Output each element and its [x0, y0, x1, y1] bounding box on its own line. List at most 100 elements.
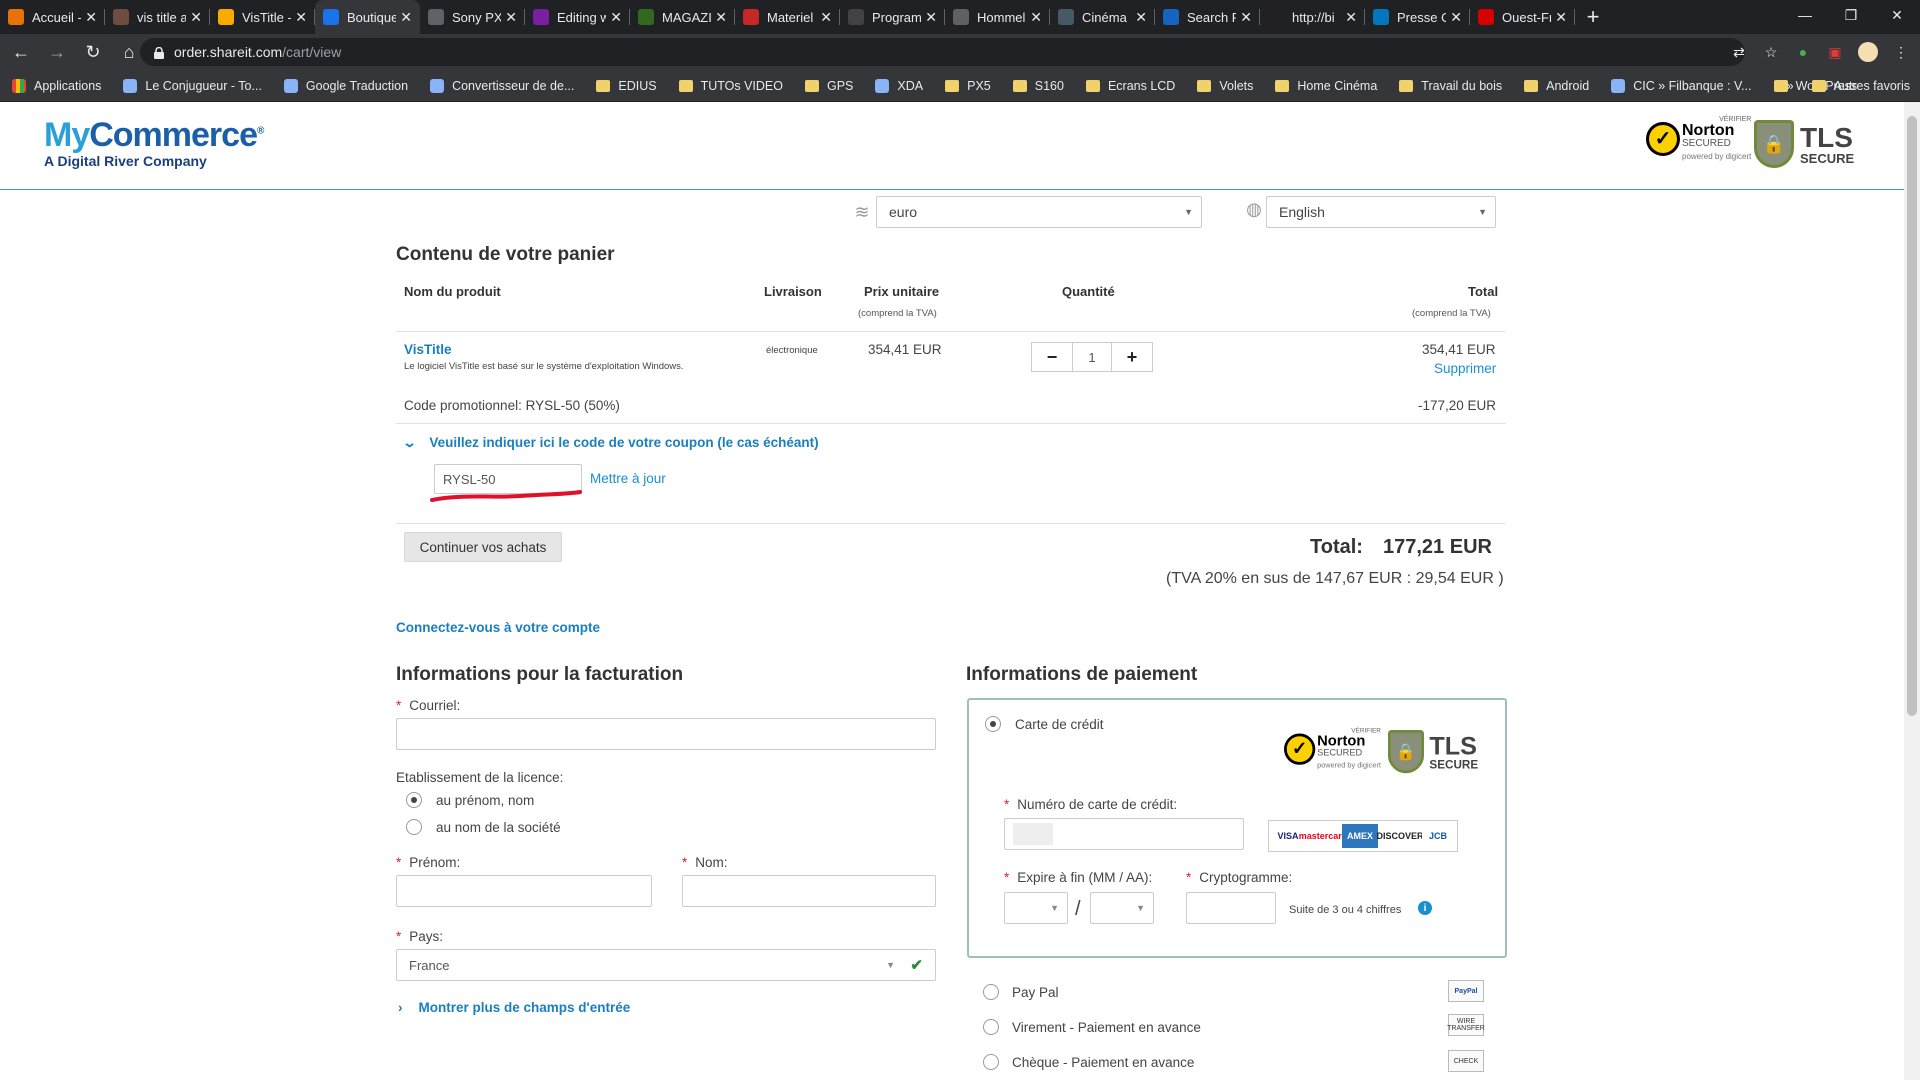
- browser-tab[interactable]: Search R ✕: [1155, 0, 1260, 34]
- license-radio-company[interactable]: [406, 819, 422, 835]
- bookmark-item[interactable]: EDIUS: [596, 79, 657, 93]
- remove-link[interactable]: Supprimer: [1434, 361, 1496, 376]
- bookmark-item[interactable]: PX5: [945, 79, 991, 93]
- close-window-icon[interactable]: ✕: [1874, 0, 1920, 30]
- scrollbar-thumb[interactable]: [1907, 116, 1917, 716]
- pdf-extension-icon[interactable]: ▣: [1826, 43, 1844, 61]
- browser-tab[interactable]: MAGAZI ✕: [630, 0, 735, 34]
- bookmark-item[interactable]: Ecrans LCD: [1085, 79, 1175, 93]
- norton-badge[interactable]: ✓ VÉRIFIER Norton SECURED powered by dig…: [1646, 116, 1751, 161]
- bookmark-item[interactable]: CIC » Filbanque : V...: [1611, 78, 1752, 93]
- card-number-input[interactable]: [1004, 818, 1244, 850]
- payment-radio-card[interactable]: [985, 716, 1001, 732]
- info-icon[interactable]: i: [1418, 901, 1432, 915]
- page-scrollbar[interactable]: [1904, 102, 1920, 1080]
- bookmark-item[interactable]: Home Cinéma: [1275, 79, 1377, 93]
- payment-radio-paypal[interactable]: [983, 984, 999, 1000]
- product-name-link[interactable]: VisTitle: [404, 342, 452, 357]
- browser-tab[interactable]: Materiel ✕: [735, 0, 840, 34]
- mycommerce-logo[interactable]: MyCommerce® A Digital River Company: [44, 116, 264, 169]
- translate-icon[interactable]: ⇄: [1730, 43, 1748, 61]
- country-select[interactable]: France ▼ ✔: [396, 949, 936, 981]
- browser-tab[interactable]: Boutique ✕: [315, 0, 420, 34]
- bookmarks-more-icon[interactable]: »: [1787, 79, 1794, 93]
- expiry-year-select[interactable]: ▼: [1090, 892, 1154, 924]
- email-input[interactable]: [396, 718, 936, 750]
- coupon-toggle[interactable]: ⌄ Veuillez indiquer ici le code de votre …: [402, 435, 818, 451]
- tab-close-icon[interactable]: ✕: [400, 9, 412, 26]
- tab-close-icon[interactable]: ✕: [1450, 9, 1462, 26]
- bookmark-item[interactable]: Le Conjugueur - To...: [123, 78, 262, 93]
- norton-badge-small[interactable]: ✓ VÉRIFIER Norton SECURED powered by dig…: [1284, 728, 1381, 769]
- firstname-input[interactable]: [396, 875, 652, 907]
- bookmark-item[interactable]: Travail du bois: [1399, 79, 1502, 93]
- browser-tab[interactable]: Editing w ✕: [525, 0, 630, 34]
- qty-minus-button[interactable]: −: [1032, 343, 1072, 371]
- tab-close-icon[interactable]: ✕: [820, 9, 832, 26]
- bookmark-item[interactable]: Applications: [12, 78, 101, 93]
- tab-close-icon[interactable]: ✕: [85, 9, 97, 26]
- continue-shopping-button[interactable]: Continuer vos achats: [404, 532, 562, 562]
- bookmark-item[interactable]: S160: [1012, 79, 1064, 93]
- expiry-month-select[interactable]: ▼: [1004, 892, 1068, 924]
- folder-icon: [1811, 80, 1826, 92]
- tab-close-icon[interactable]: ✕: [925, 9, 937, 26]
- tab-close-icon[interactable]: ✕: [1555, 9, 1567, 26]
- bookmark-item[interactable]: GPS: [805, 79, 853, 93]
- expiry-separator: /: [1075, 898, 1081, 920]
- address-bar[interactable]: order.shareit.com/cart/view: [140, 38, 1745, 66]
- bookmark-item[interactable]: Convertisseur de de...: [430, 78, 574, 93]
- bookmark-item[interactable]: Volets: [1197, 79, 1253, 93]
- new-tab-button[interactable]: +: [1575, 0, 1611, 34]
- browser-tab[interactable]: Program ✕: [840, 0, 945, 34]
- bookmark-label: CIC » Filbanque : V...: [1633, 78, 1752, 93]
- tab-close-icon[interactable]: ✕: [1240, 9, 1252, 26]
- browser-tab[interactable]: vis title a ✕: [105, 0, 210, 34]
- tab-close-icon[interactable]: ✕: [610, 9, 622, 26]
- qty-plus-button[interactable]: +: [1112, 343, 1152, 371]
- tab-close-icon[interactable]: ✕: [715, 9, 727, 26]
- more-fields-toggle[interactable]: › Montrer plus de champs d'entrée: [398, 1000, 630, 1015]
- payment-radio-wire[interactable]: [983, 1019, 999, 1035]
- license-radio-person[interactable]: [406, 792, 422, 808]
- tab-label: Search R: [1187, 9, 1237, 25]
- bookmark-item[interactable]: XDA: [875, 78, 923, 93]
- browser-tab[interactable]: Accueil - ✕: [0, 0, 105, 34]
- browser-tab[interactable]: VisTitle - ✕: [210, 0, 315, 34]
- payment-radio-cheque[interactable]: [983, 1054, 999, 1070]
- tab-close-icon[interactable]: ✕: [505, 9, 517, 26]
- tab-close-icon[interactable]: ✕: [1030, 9, 1042, 26]
- divider: [396, 423, 1506, 424]
- login-link[interactable]: Connectez-vous à votre compte: [396, 620, 600, 635]
- other-bookmarks[interactable]: Autres favoris: [1834, 79, 1910, 93]
- lastname-input[interactable]: [682, 875, 936, 907]
- forward-icon[interactable]: →: [42, 37, 72, 67]
- browser-tab[interactable]: Cinéma ✕: [1050, 0, 1155, 34]
- bookmark-star-icon[interactable]: ☆: [1762, 43, 1780, 61]
- back-icon[interactable]: ←: [6, 37, 36, 67]
- browser-tab[interactable]: Presse O ✕: [1365, 0, 1470, 34]
- restore-icon[interactable]: ❐: [1828, 0, 1874, 30]
- language-select[interactable]: English ▼: [1266, 196, 1496, 228]
- browser-tab[interactable]: http://bi ✕: [1260, 0, 1365, 34]
- browser-tab[interactable]: Sony PXW✕: [420, 0, 525, 34]
- currency-select[interactable]: euro ▼: [876, 196, 1202, 228]
- tab-close-icon[interactable]: ✕: [295, 9, 307, 26]
- minimize-icon[interactable]: —: [1782, 0, 1828, 30]
- browser-tab[interactable]: Ouest-Fr ✕: [1470, 0, 1575, 34]
- qty-input[interactable]: 1: [1072, 343, 1112, 371]
- browser-tab[interactable]: Hommel ✕: [945, 0, 1050, 34]
- profile-avatar-icon[interactable]: [1858, 42, 1878, 62]
- tab-close-icon[interactable]: ✕: [190, 9, 202, 26]
- bookmark-item[interactable]: Android: [1524, 79, 1589, 93]
- tab-label: vis title a: [137, 9, 187, 25]
- menu-icon[interactable]: ⋮: [1892, 43, 1910, 61]
- tab-close-icon[interactable]: ✕: [1345, 9, 1357, 26]
- tab-close-icon[interactable]: ✕: [1135, 9, 1147, 26]
- cvv-input[interactable]: [1186, 892, 1276, 924]
- bookmark-item[interactable]: TUTOs VIDEO: [678, 79, 783, 93]
- bookmark-item[interactable]: Google Traduction: [283, 78, 408, 93]
- reload-icon[interactable]: ↻: [78, 37, 108, 67]
- extension-icon[interactable]: ●: [1794, 43, 1812, 61]
- update-coupon-link[interactable]: Mettre à jour: [590, 471, 666, 486]
